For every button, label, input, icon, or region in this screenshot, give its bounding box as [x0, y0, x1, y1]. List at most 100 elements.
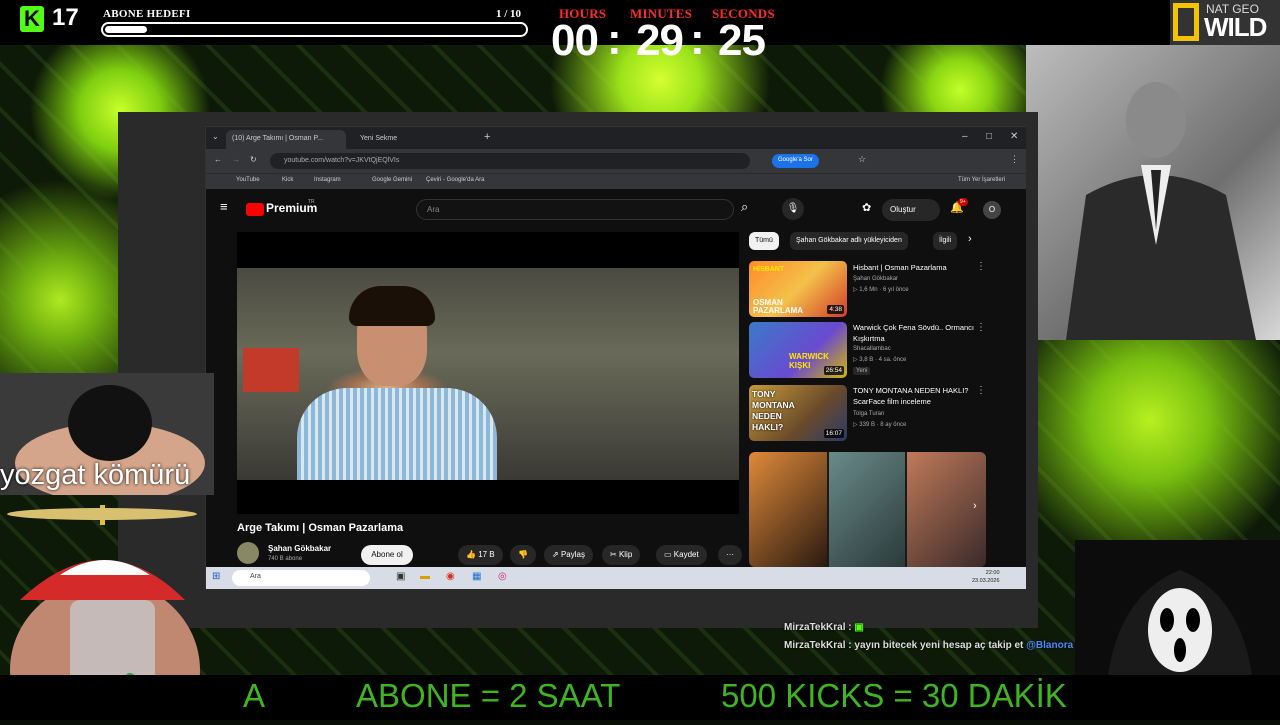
forward-icon[interactable]: → [232, 155, 240, 164]
notification-badge: 9+ [958, 198, 968, 206]
natgeo-frame-icon [1173, 3, 1199, 41]
app-icon[interactable]: ◎ [498, 571, 507, 582]
rec-channel: Şahan Gökbakar [853, 276, 899, 282]
wall-sign [243, 348, 299, 392]
short-thumbnail[interactable] [749, 452, 827, 567]
rec-title[interactable]: Warwick Çok Fena Sövdü.. Ormancı Kışkırt… [853, 322, 983, 344]
chat-username: MirzaTekKral : [784, 640, 852, 651]
video-title: Arge Takımı | Osman Pazarlama [237, 522, 404, 534]
bookmark-translate[interactable]: Çeviri - Google'da Ara [426, 177, 485, 183]
store-icon[interactable]: ▦ [472, 571, 481, 582]
hamburger-menu-icon[interactable]: ≡ [220, 199, 228, 214]
video-frame [237, 268, 739, 480]
gem-icon[interactable]: ✿ [862, 201, 871, 214]
file-explorer-icon[interactable]: ▬ [420, 571, 430, 582]
ticker-item: 500 KICKS = 30 DAKİK [721, 677, 1067, 714]
chat-emote-icon: ▣ [854, 622, 864, 633]
tab-new[interactable]: Yeni Sekme [354, 130, 474, 149]
menu-icon[interactable]: ⋮ [1010, 154, 1019, 165]
bookmark-star-icon[interactable]: ☆ [858, 154, 866, 165]
rec-duration: 16:07 [823, 429, 844, 438]
chevron-right-icon[interactable]: › [968, 233, 972, 245]
rec-thumbnail[interactable]: TONY MONTANA NEDEN HAKLI? 16:07 [749, 385, 847, 441]
bookmark-instagram[interactable]: Instagram [314, 177, 341, 183]
minimize-button[interactable]: – [962, 131, 968, 142]
goal-progress-fill [105, 26, 147, 33]
google-ask-chip[interactable]: Google'a Sor [772, 154, 819, 168]
shorts-row: › [749, 452, 986, 567]
rec-more-icon[interactable]: ⋮ [976, 322, 986, 333]
share-label: Paylaş [560, 550, 585, 559]
ticker-item: A [243, 677, 266, 714]
close-button[interactable]: ✕ [1010, 131, 1018, 142]
timer-separator: : [690, 15, 705, 64]
youtube-logo-icon[interactable] [246, 203, 264, 216]
coal-caption: yozgat kömürü [0, 459, 191, 491]
video-actor-hair [349, 286, 435, 326]
rec-more-icon[interactable]: ⋮ [976, 261, 986, 272]
chip-uploader[interactable]: Şahan Gökbakar adlı yükleyiciden [790, 232, 908, 250]
subscribe-button[interactable]: Abone ol [361, 545, 413, 565]
save-button[interactable]: ▭ Kaydet [656, 545, 707, 565]
chat-username: MirzaTekKral : [784, 622, 852, 633]
chevron-right-icon[interactable]: › [973, 500, 977, 512]
natgeo-line2: WILD [1204, 12, 1267, 42]
bookmark-youtube[interactable]: YouTube [236, 177, 260, 183]
share-button[interactable]: ⇗ Paylaş [544, 545, 593, 565]
timer-hours: 00 [551, 16, 599, 65]
browser-window: ⌄ (10) Arge Takımı | Osman P... Yeni Sek… [205, 126, 1026, 589]
rec-thumb-text: TONY MONTANA NEDEN HAKLI? [752, 389, 795, 432]
microphone-icon[interactable]: 🎙 [782, 198, 804, 220]
timer-minutes: 29 [636, 16, 684, 65]
chrome-icon[interactable]: ◉ [446, 571, 455, 582]
account-avatar[interactable]: O [983, 201, 1001, 219]
new-tab-button[interactable]: + [484, 131, 490, 143]
country-code: TR [308, 199, 315, 205]
all-bookmarks[interactable]: Tüm Yer İşaretleri [958, 177, 1005, 183]
maximize-button[interactable]: □ [986, 131, 992, 142]
tab-youtube[interactable]: (10) Arge Takımı | Osman P... [226, 130, 346, 149]
chip-related[interactable]: İlgili [933, 232, 958, 250]
youtube-page: ≡ Premium TR Ara ⌕ 🎙 ✿ Oluştur 🔔 9+ O Ar… [206, 189, 1026, 567]
rec-thumb-text: HİSBANT [753, 266, 785, 273]
ticker-item: ABONE = 2 SAAT [356, 677, 621, 714]
create-button[interactable]: Oluştur [882, 199, 940, 221]
chip-all[interactable]: Tümü [749, 232, 779, 250]
goal-count: 1 / 10 [496, 8, 522, 20]
rec-thumbnail[interactable]: HİSBANT OSMAN PAZARLAMA 4:38 [749, 261, 847, 317]
ticker-bar: A ABONE = 2 SAAT 500 KICKS = 30 DAKİK [0, 675, 1280, 720]
task-view-icon[interactable]: ▣ [396, 571, 405, 582]
portrait-photo [1026, 45, 1280, 340]
search-input[interactable]: Ara [416, 199, 734, 220]
search-icon[interactable]: ⌕ [741, 199, 748, 215]
rec-meta: ▷ 3,8 B · 4 sa. önce [853, 357, 907, 363]
tab-list-icon[interactable]: ⌄ [212, 132, 219, 141]
rec-thumbnail[interactable]: WARWICK KIŞKI 26:54 [749, 322, 847, 378]
taskbar-clock[interactable]: 22:00 23.03.2026 [972, 569, 1000, 585]
rec-title[interactable]: TONY MONTANA NEDEN HAKLI? ScarFace film … [853, 385, 983, 407]
dislike-icon[interactable]: 👎 [510, 545, 536, 565]
short-thumbnail[interactable] [829, 452, 905, 567]
rec-more-icon[interactable]: ⋮ [976, 385, 986, 396]
video-player[interactable] [237, 232, 739, 514]
rec-badge-new: Yeni [853, 367, 871, 375]
timer-seconds: 25 [718, 16, 766, 65]
back-icon[interactable]: ← [214, 155, 222, 164]
clip-button[interactable]: ✂ Klip [602, 545, 641, 565]
like-button[interactable]: 👍 17 B [458, 545, 503, 565]
chat-message: MirzaTekKral : yayın bitecek yeni hesap … [784, 640, 1073, 651]
rec-title[interactable]: Hisbant | Osman Pazarlama [853, 262, 983, 273]
rec-meta: ▷ 1,6 Mn · 6 yıl önce [853, 287, 909, 293]
rec-duration: 4:38 [827, 305, 844, 314]
bookmark-gemini[interactable]: Google Gemini [372, 177, 412, 183]
more-actions-button[interactable]: ··· [718, 545, 742, 565]
rec-meta: ▷ 339 B · 8 ay önce [853, 422, 907, 428]
taskbar-search[interactable]: Ara [232, 570, 370, 586]
bookmarks-bar: YouTube Kick Instagram Google Gemini Çev… [206, 173, 1026, 189]
url-input[interactable]: youtube.com/watch?v=JKVtQjEQlVIs [270, 153, 750, 169]
video-actor-shirt [297, 388, 497, 480]
bookmark-kick[interactable]: Kick [282, 177, 293, 183]
goal-label: ABONE HEDEFI [103, 8, 191, 20]
channel-name[interactable]: Şahan Gökbakar [268, 544, 331, 553]
reload-icon[interactable]: ↻ [250, 155, 257, 164]
